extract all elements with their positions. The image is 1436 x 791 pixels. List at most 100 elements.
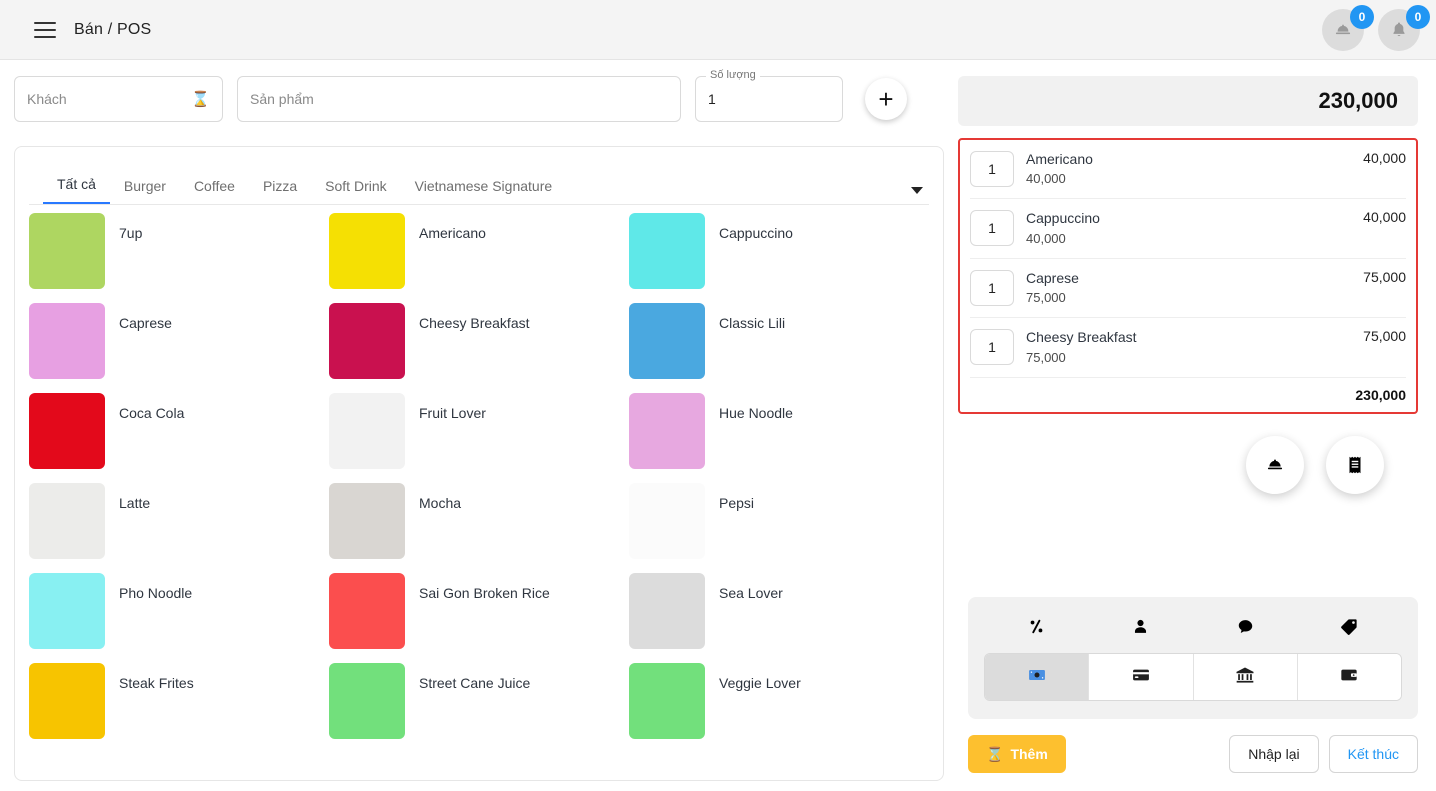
product-card[interactable]: Cappuccino — [629, 213, 929, 303]
cart-item-quantity[interactable]: 1 — [970, 151, 1014, 187]
product-card[interactable]: Caprese — [29, 303, 329, 393]
promotion-button[interactable] — [1298, 611, 1403, 641]
product-thumbnail — [629, 663, 705, 739]
product-card[interactable]: Cheesy Breakfast — [329, 303, 629, 393]
cart-item-quantity[interactable]: 1 — [970, 329, 1014, 366]
add-order-button[interactable]: ⌛ Thêm — [968, 735, 1066, 773]
product-card[interactable]: Veggie Lover — [629, 663, 929, 753]
product-card[interactable]: Fruit Lover — [329, 393, 629, 483]
notification-badge: 0 — [1406, 5, 1430, 29]
service-badge: 0 — [1350, 5, 1374, 29]
hourglass-icon[interactable]: ⌛ — [191, 90, 210, 108]
discount-button[interactable] — [984, 611, 1089, 641]
product-name: 7up — [119, 225, 143, 241]
order-option-icons — [984, 611, 1402, 641]
product-card[interactable]: Sai Gon Broken Rice — [329, 573, 629, 663]
chevron-down-icon[interactable] — [911, 187, 923, 194]
cash-icon — [1027, 665, 1047, 690]
product-card[interactable]: Classic Lili — [629, 303, 929, 393]
product-thumbnail — [329, 303, 405, 379]
product-name: Caprese — [119, 315, 172, 331]
product-thumbnail — [329, 483, 405, 559]
product-name: Fruit Lover — [419, 405, 486, 421]
percent-icon — [1030, 619, 1043, 633]
cart-item-quantity[interactable]: 1 — [970, 210, 1014, 247]
products-panel: Tất cả Burger Coffee Pizza Soft Drink Vietnam… — [14, 146, 944, 781]
cart-total-amount: 230,000 — [1355, 386, 1406, 403]
customer-button[interactable] — [1089, 611, 1194, 641]
product-card[interactable]: Street Cane Juice — [329, 663, 629, 753]
service-bell-fab[interactable] — [1246, 435, 1304, 494]
product-card[interactable]: Americano — [329, 213, 629, 303]
product-grid: 7up Americano Cappuccino Caprese Cheesy Brea… — [15, 205, 943, 763]
category-tabs: Tất cả Burger Coffee Pizza Soft Drink Vietnam… — [29, 161, 929, 205]
hamburger-icon[interactable] — [34, 21, 56, 38]
product-card[interactable]: Coca Cola — [29, 393, 329, 483]
cart-item-quantity[interactable]: 1 — [970, 269, 1014, 306]
tab-soft-drink[interactable]: Soft Drink — [311, 178, 400, 204]
customer-input-placeholder: Khách — [27, 91, 67, 107]
product-name: Sai Gon Broken Rice — [419, 585, 550, 601]
cart-item-info: Cappuccino 40,000 — [1026, 208, 1351, 248]
product-card[interactable]: Mocha — [329, 483, 629, 573]
quantity-field[interactable]: Số lượng 1 — [695, 69, 843, 122]
cart-item-amount: 75,000 — [1363, 268, 1406, 285]
product-name: Coca Cola — [119, 405, 185, 421]
product-card[interactable]: Latte — [29, 483, 329, 573]
hourglass-icon: ⌛ — [986, 745, 1004, 762]
product-card[interactable]: Hue Noodle — [629, 393, 929, 483]
product-name: Latte — [119, 495, 151, 511]
cart-item-row[interactable]: 1 Americano 40,000 40,000 — [970, 140, 1406, 200]
finish-label: Kết thúc — [1347, 746, 1399, 762]
product-card[interactable]: Pepsi — [629, 483, 929, 573]
order-total-bar: 230,000 — [958, 76, 1418, 126]
cart-item-amount: 40,000 — [1363, 150, 1406, 166]
note-button[interactable] — [1193, 611, 1298, 641]
tag-icon — [1341, 618, 1357, 635]
receipt-fab[interactable] — [1326, 435, 1384, 494]
product-name: Classic Lili — [719, 315, 786, 331]
service-bell-button[interactable]: 0 — [1322, 5, 1374, 51]
cart-item-name: Cappuccino — [1026, 210, 1100, 227]
cart-item-row[interactable]: 1 Caprese 75,000 75,000 — [970, 259, 1406, 319]
cart-item-row[interactable]: 1 Cheesy Breakfast 75,000 75,000 — [970, 318, 1406, 378]
tab-vietnamese-signature[interactable]: Vietnamese Signature — [401, 178, 567, 204]
cart-item-row[interactable]: 1 Cappuccino 40,000 40,000 — [970, 199, 1406, 259]
tab-burger[interactable]: Burger — [110, 178, 180, 204]
payment-method-cash[interactable] — [985, 654, 1090, 700]
product-name: Veggie Lover — [719, 675, 801, 691]
add-item-button[interactable]: + — [865, 78, 907, 120]
customer-field[interactable]: Khách ⌛ — [14, 76, 223, 122]
wallet-icon — [1339, 665, 1359, 690]
left-column: Khách ⌛ Sản phẩm Số lượng 1 + Tất cả Burg… — [14, 69, 944, 781]
product-search-field[interactable]: Sản phẩm — [237, 76, 681, 122]
product-card[interactable]: Sea Lover — [629, 573, 929, 663]
payment-method-wallet[interactable] — [1297, 654, 1401, 700]
product-card[interactable]: Pho Noodle — [29, 573, 329, 663]
payment-method-bank[interactable] — [1193, 654, 1298, 700]
payment-method-credit-card[interactable] — [1089, 654, 1194, 700]
search-row: Khách ⌛ Sản phẩm Số lượng 1 + — [14, 69, 944, 128]
finish-button[interactable]: Kết thúc — [1328, 735, 1418, 773]
credit-card-icon — [1131, 665, 1151, 690]
product-thumbnail — [629, 303, 705, 379]
reset-button[interactable]: Nhập lại — [1229, 735, 1319, 773]
cart-item-info: Americano 40,000 — [1026, 149, 1351, 189]
product-input-placeholder: Sản phẩm — [250, 91, 314, 107]
product-card[interactable]: 7up — [29, 213, 329, 303]
tab-tất-cả[interactable]: Tất cả — [43, 176, 110, 204]
tab-coffee[interactable]: Coffee — [180, 178, 249, 204]
right-column: 230,000 1 Americano 40,000 40,000 1 Cappuccin… — [958, 76, 1418, 775]
reset-label: Nhập lại — [1248, 746, 1300, 762]
bank-icon — [1235, 665, 1255, 690]
product-name: Street Cane Juice — [419, 675, 531, 691]
tab-pizza[interactable]: Pizza — [249, 178, 311, 204]
product-thumbnail — [29, 483, 105, 559]
cart-item-amount: 75,000 — [1363, 328, 1406, 345]
app-bar: Bán / POS 0 0 — [0, 0, 1436, 60]
product-name: Americano — [419, 225, 486, 241]
notification-button[interactable]: 0 — [1378, 5, 1430, 51]
product-card[interactable]: Steak Frites — [29, 663, 329, 753]
payment-panel — [968, 597, 1418, 719]
page-title: Bán / POS — [74, 20, 152, 38]
